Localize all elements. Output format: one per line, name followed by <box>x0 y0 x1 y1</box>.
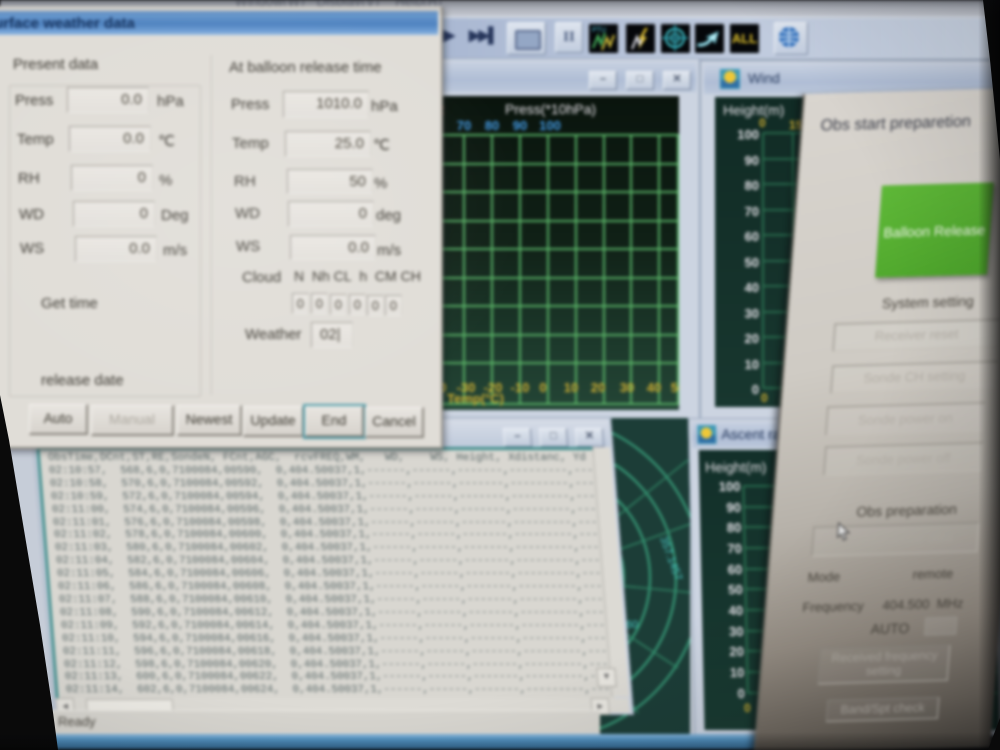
svg-text:80: 80 <box>727 520 742 535</box>
svg-text:40: 40 <box>647 380 661 395</box>
svg-text:30: 30 <box>729 624 744 639</box>
svg-text:Height(m): Height(m) <box>705 459 767 475</box>
svg-text:10: 10 <box>564 380 578 395</box>
svg-text:0: 0 <box>759 116 766 130</box>
svg-text:80: 80 <box>745 178 759 193</box>
svg-text:100: 100 <box>539 118 561 133</box>
svg-text:20: 20 <box>729 644 744 659</box>
svg-text:100: 100 <box>737 127 759 142</box>
svg-text:Height(m): Height(m) <box>723 102 784 118</box>
svg-text:40: 40 <box>728 603 743 618</box>
svg-text:90: 90 <box>745 153 759 168</box>
svg-text:0: 0 <box>539 380 546 395</box>
svg-text:0: 0 <box>744 701 751 715</box>
svg-text:30: 30 <box>620 380 634 395</box>
svg-text:20: 20 <box>591 380 605 395</box>
svg-text:70: 70 <box>727 541 742 556</box>
svg-text:50: 50 <box>745 255 759 270</box>
svg-text:30: 30 <box>745 306 759 321</box>
svg-text:Temp(°C): Temp(°C) <box>447 391 504 406</box>
svg-text:0: 0 <box>761 391 768 405</box>
svg-text:10: 10 <box>730 665 745 680</box>
svg-text:20: 20 <box>745 331 759 346</box>
svg-text:357.1457: 357.1457 <box>657 535 684 582</box>
svg-text:60: 60 <box>745 229 759 244</box>
svg-text:10: 10 <box>745 357 759 372</box>
svg-text:Press(*10hPa): Press(*10hPa) <box>505 101 596 117</box>
svg-text:50: 50 <box>728 582 743 597</box>
svg-text:90: 90 <box>726 500 741 515</box>
svg-text:40: 40 <box>745 280 759 295</box>
svg-text:-10: -10 <box>511 380 530 395</box>
svg-text:80: 80 <box>485 118 499 133</box>
svg-text:0: 0 <box>737 686 745 701</box>
svg-text:0: 0 <box>752 382 759 397</box>
svg-text:70: 70 <box>457 118 471 133</box>
svg-text:50: 50 <box>671 380 679 395</box>
svg-text:60: 60 <box>728 562 743 577</box>
svg-text:PTU: PTU <box>592 27 606 34</box>
svg-text:90: 90 <box>513 118 527 133</box>
svg-text:60: 60 <box>626 619 638 631</box>
svg-text:100: 100 <box>719 479 741 494</box>
svg-text:70: 70 <box>745 204 759 219</box>
